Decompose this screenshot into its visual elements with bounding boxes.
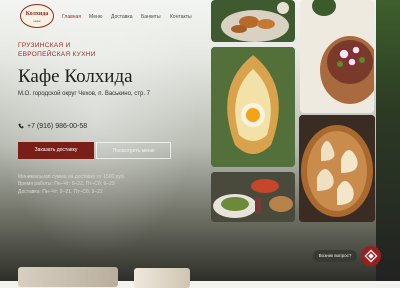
nav-item-banquets[interactable]: Банкеты	[141, 14, 161, 20]
address: М.О. городской округ Чехов, п. Васькино,…	[18, 91, 150, 97]
nav-item-home[interactable]: Главная	[62, 14, 81, 20]
nav-item-delivery[interactable]: Доставка	[111, 14, 132, 20]
phone-icon	[18, 123, 24, 129]
info-min-order: Минимальная сумма на доставку от 1500 ру…	[18, 174, 126, 180]
info-hours: Время работы: Пн–Чт: 9–22, Пт–Сб: 9–23	[18, 181, 115, 187]
nav-item-menu[interactable]: Меню	[89, 14, 103, 20]
order-delivery-button[interactable]: Заказать доставку	[18, 142, 94, 159]
nav-item-contacts[interactable]: Контакты	[170, 14, 192, 20]
logo-subtitle: кафе	[33, 19, 41, 23]
dish-photo-table-set	[211, 172, 295, 222]
logo-name: Колхида	[25, 11, 49, 17]
cuisine-subtitle: Грузинская и европейская кухни	[18, 41, 96, 59]
info-delivery-hours: Доставка: Пн–Чт: 9–21, Пт–Сб: 9–22	[18, 189, 103, 195]
dish-photo-salad-bowl	[300, 0, 374, 113]
chat-icon	[364, 249, 378, 263]
gallery-photo	[18, 267, 118, 287]
cuisine-line-2: европейская кухни	[18, 51, 96, 58]
dish-photo-dumplings-plate	[211, 0, 295, 42]
chat-button[interactable]	[361, 246, 381, 266]
cuisine-line-1: Грузинская и	[18, 42, 71, 49]
dish-photo-khinkali	[299, 115, 375, 222]
phone-link[interactable]: +7 (916) 986-00-58	[18, 123, 87, 130]
gallery-photo	[134, 268, 190, 288]
logo[interactable]: Колхида кафе	[20, 4, 54, 28]
chat-prompt[interactable]: Возник вопрос?	[313, 250, 357, 262]
decorative-photo-strip	[376, 0, 400, 281]
phone-number: +7 (916) 986-00-58	[27, 123, 88, 130]
page-title: Кафе Колхида	[18, 66, 133, 87]
dish-photo-khachapuri	[211, 47, 295, 167]
view-menu-button[interactable]: Посмотреть меню	[96, 142, 171, 159]
